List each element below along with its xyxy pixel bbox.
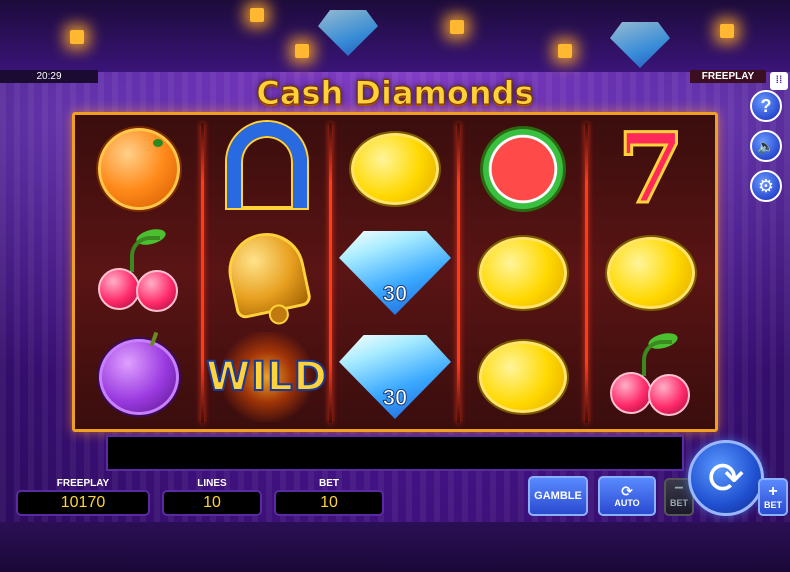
lines-label: LINES bbox=[197, 478, 227, 489]
cherry-fruit bbox=[648, 374, 690, 416]
auto-label: AUTO bbox=[614, 498, 640, 508]
reel-divider bbox=[201, 123, 204, 423]
bottom-background bbox=[0, 522, 790, 572]
clock: 20:29 bbox=[0, 70, 98, 83]
reel-divider bbox=[457, 123, 460, 423]
logo-title: Cash Diamonds bbox=[256, 74, 534, 113]
diamond-decoration bbox=[318, 10, 378, 56]
cherry-stem bbox=[130, 236, 160, 272]
reel-cell-diamond: 30 bbox=[333, 325, 457, 429]
gear-icon: ⚙ bbox=[757, 175, 775, 196]
cherry-stem bbox=[642, 340, 672, 376]
reels-frame: 7 30 WILD 30 bbox=[72, 112, 718, 432]
diamond-value: 30 bbox=[382, 281, 408, 307]
lemon-icon bbox=[479, 341, 567, 413]
game-logo: Cash Diamonds bbox=[230, 74, 560, 114]
gamble-button[interactable]: GAMBLE bbox=[528, 476, 588, 516]
plus-icon: + bbox=[768, 483, 778, 500]
cherry-fruit bbox=[610, 372, 652, 414]
balance-label: FREEPLAY bbox=[56, 478, 110, 489]
light-decoration bbox=[70, 30, 84, 44]
reel-cell-plum bbox=[77, 325, 201, 429]
reel-divider bbox=[585, 123, 588, 423]
plum-icon bbox=[99, 339, 179, 415]
reel-cell-lemon bbox=[461, 325, 585, 429]
light-decoration bbox=[558, 44, 572, 58]
bet-plus-label: BET bbox=[764, 500, 782, 510]
spin-icon: ⟳ bbox=[707, 453, 745, 503]
bell-icon bbox=[221, 225, 313, 321]
reel-cell-lemon bbox=[333, 117, 457, 221]
diamond-value: 30 bbox=[382, 385, 408, 411]
wild-icon: WILD bbox=[205, 332, 328, 422]
help-icon: ? bbox=[760, 95, 772, 116]
settings-button[interactable]: ⚙ bbox=[750, 170, 782, 202]
cherry-fruit bbox=[136, 270, 178, 312]
reel-cell-lemon bbox=[461, 221, 585, 325]
reel-cell-seven: 7 bbox=[589, 117, 713, 221]
gamble-label: GAMBLE bbox=[534, 490, 582, 502]
reel-cell-orange bbox=[77, 117, 201, 221]
message-bar bbox=[106, 435, 684, 471]
bet-value[interactable]: 10 bbox=[274, 490, 384, 516]
reel-cell-cherry bbox=[589, 325, 713, 429]
lines-value[interactable]: 10 bbox=[162, 490, 262, 516]
cherry-icon bbox=[96, 226, 182, 316]
light-decoration bbox=[295, 44, 309, 58]
reel-divider bbox=[329, 123, 332, 423]
help-button[interactable]: ? bbox=[750, 90, 782, 122]
watermelon-icon bbox=[480, 126, 566, 212]
reel-cell-watermelon bbox=[461, 117, 585, 221]
freeplay-badge: FREEPLAY bbox=[690, 70, 766, 83]
cherry-fruit bbox=[98, 268, 140, 310]
seven-icon: 7 bbox=[616, 112, 686, 225]
reel-cell-lemon bbox=[589, 221, 713, 325]
reel-cell-horseshoe bbox=[205, 117, 329, 221]
light-decoration bbox=[250, 8, 264, 22]
horseshoe-icon bbox=[227, 122, 307, 208]
bet-minus-label: BET bbox=[670, 498, 688, 508]
lemon-icon bbox=[607, 237, 695, 309]
top-background bbox=[0, 0, 790, 72]
wild-label: WILD bbox=[205, 353, 328, 401]
reel-cell-wild: WILD bbox=[205, 325, 329, 429]
auto-button[interactable]: ⟳ AUTO bbox=[598, 476, 656, 516]
diamond-decoration bbox=[610, 22, 670, 68]
cherry-icon bbox=[608, 330, 694, 420]
diamond-icon: 30 bbox=[339, 335, 451, 419]
auto-icon: ⟳ bbox=[621, 483, 633, 499]
lemon-icon bbox=[479, 237, 567, 309]
bet-label: BET bbox=[319, 478, 339, 489]
reel-cell-bell bbox=[205, 221, 329, 325]
fullscreen-icon[interactable]: ⁞⁞ bbox=[770, 72, 788, 90]
diamond-icon: 30 bbox=[339, 231, 451, 315]
lemon-icon bbox=[351, 133, 439, 205]
reel-cell-diamond: 30 bbox=[333, 221, 457, 325]
balance-value: 10170 bbox=[16, 490, 150, 516]
speaker-icon: 🔈 bbox=[757, 137, 775, 154]
reel-cell-cherry bbox=[77, 221, 201, 325]
orange-icon bbox=[98, 128, 180, 210]
bet-plus-button[interactable]: + BET bbox=[758, 478, 788, 516]
sound-button[interactable]: 🔈 bbox=[750, 130, 782, 162]
light-decoration bbox=[450, 20, 464, 34]
spin-button[interactable]: ⟳ bbox=[688, 440, 764, 516]
light-decoration bbox=[720, 24, 734, 38]
